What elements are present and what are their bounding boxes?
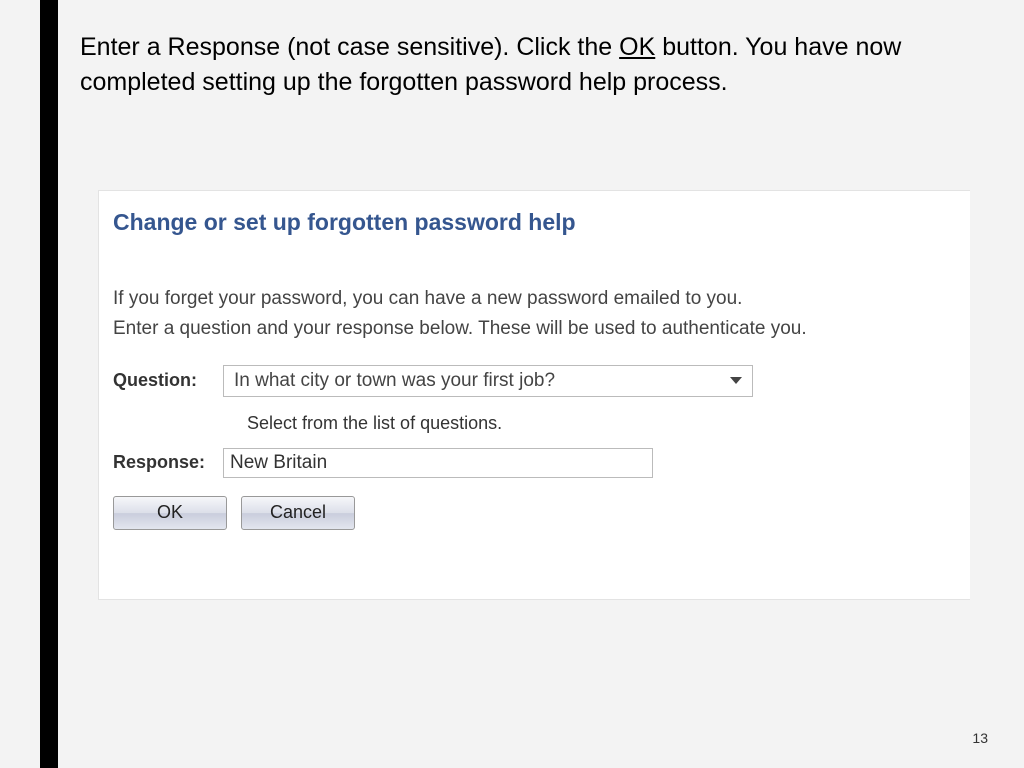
form-desc-line1: If you forget your password, you can hav… [113,284,956,314]
response-input[interactable] [223,448,653,478]
form-title: Change or set up forgotten password help [113,209,956,236]
instruction-text: Enter a Response (not case sensitive). C… [80,30,950,100]
divider-bar [40,0,58,768]
cancel-button[interactable]: Cancel [241,496,355,530]
instruction-ok-word: OK [619,33,655,61]
form-desc-line2: Enter a question and your response below… [113,314,956,344]
response-label: Response: [113,452,223,473]
form-panel: Change or set up forgotten password help… [98,190,970,600]
chevron-down-icon [730,377,742,384]
response-row: Response: [113,448,956,478]
question-value: In what city or town was your first job? [234,370,555,392]
form-description: If you forget your password, you can hav… [113,284,956,345]
ok-button[interactable]: OK [113,496,227,530]
question-helper-text: Select from the list of questions. [247,413,956,434]
question-row: Question: In what city or town was your … [113,365,956,397]
page-number: 13 [972,730,988,746]
question-label: Question: [113,370,223,391]
ok-button-label: OK [157,502,183,523]
button-row: OK Cancel [113,496,956,530]
cancel-button-label: Cancel [270,502,326,523]
question-select[interactable]: In what city or town was your first job? [223,365,753,397]
instruction-part1: Enter a Response (not case sensitive). C… [80,33,619,61]
